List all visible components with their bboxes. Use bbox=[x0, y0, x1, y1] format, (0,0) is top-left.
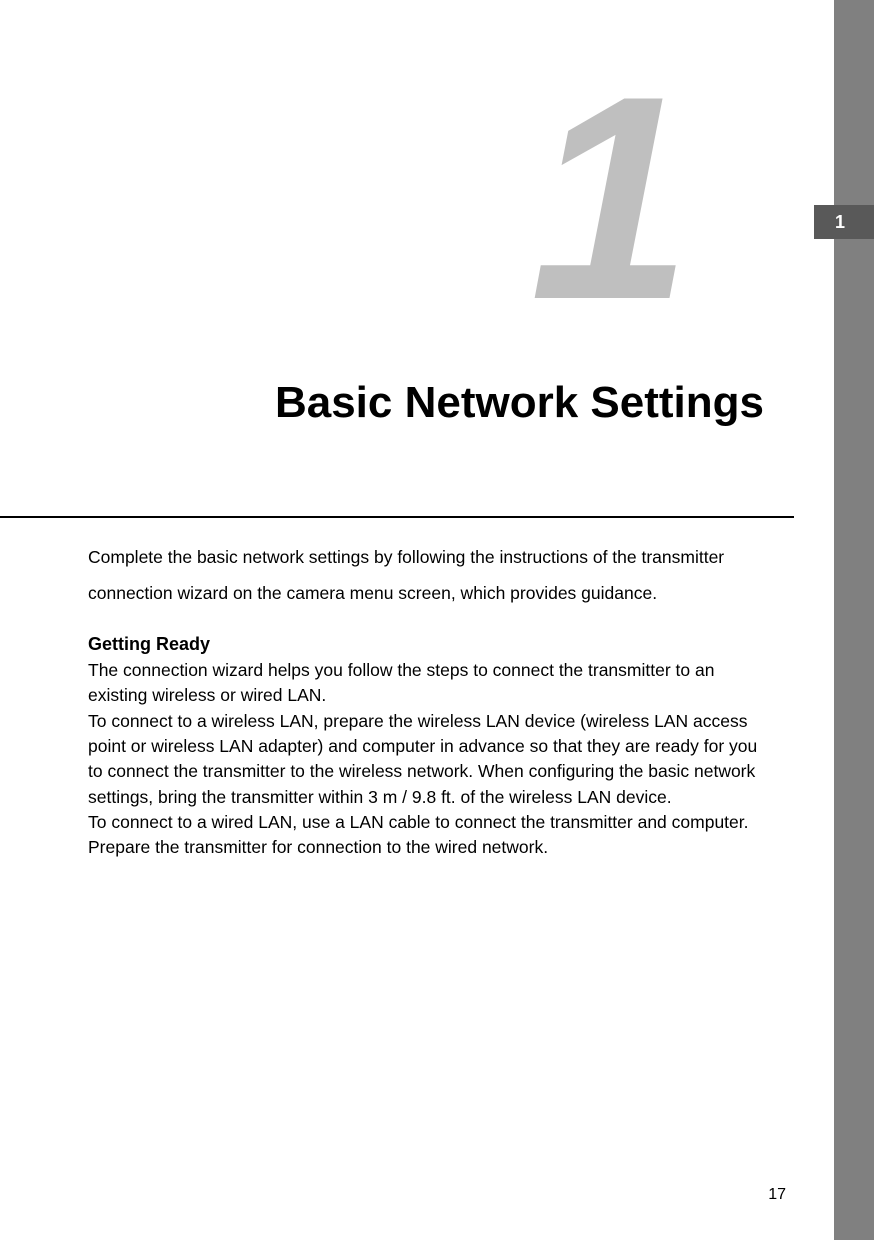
title-divider bbox=[0, 516, 794, 518]
section-heading: Getting Ready bbox=[88, 634, 766, 655]
content-block: Complete the basic network settings by f… bbox=[88, 540, 766, 861]
side-tab-label: 1 bbox=[835, 212, 845, 233]
side-strip bbox=[834, 0, 874, 1240]
chapter-title: Basic Network Settings bbox=[0, 378, 794, 428]
body-paragraph-2: To connect to a wireless LAN, prepare th… bbox=[88, 709, 766, 811]
intro-paragraph: Complete the basic network settings by f… bbox=[88, 540, 766, 612]
body-paragraph-1: The connection wizard helps you follow t… bbox=[88, 658, 766, 709]
chapter-number: 1 bbox=[530, 75, 671, 322]
side-tab-chapter: 1 bbox=[814, 205, 874, 239]
body-paragraph-3: To connect to a wired LAN, use a LAN cab… bbox=[88, 810, 766, 861]
page-number: 17 bbox=[768, 1186, 786, 1204]
